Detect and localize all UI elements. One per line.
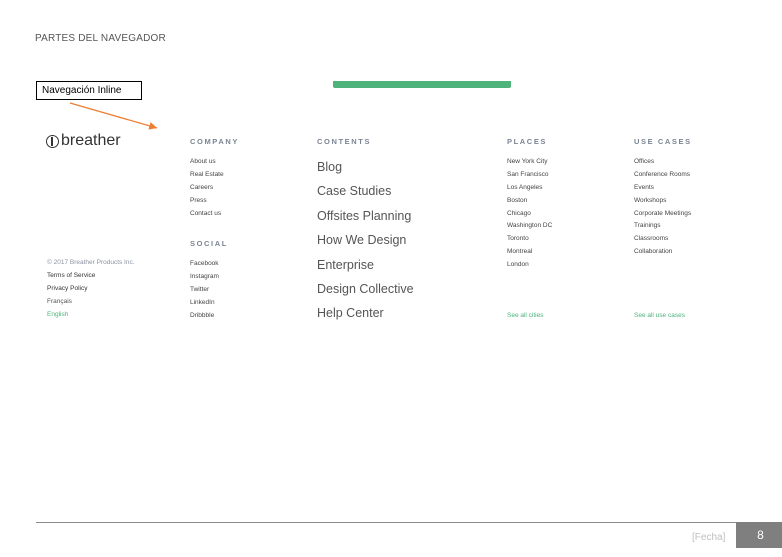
tree-icon bbox=[46, 134, 59, 148]
contents-link[interactable]: Help Center bbox=[317, 301, 414, 325]
page-number: 8 bbox=[757, 528, 764, 542]
places-heading: PLACES bbox=[507, 137, 548, 146]
places-link[interactable]: London bbox=[507, 259, 552, 272]
use-case-link[interactable]: Collaboration bbox=[634, 246, 691, 259]
language-english-link[interactable]: English bbox=[47, 309, 135, 322]
places-link[interactable]: New York City bbox=[507, 156, 552, 169]
social-link[interactable]: Twitter bbox=[190, 284, 219, 297]
legal-block: © 2017 Breather Products Inc. Terms of S… bbox=[47, 257, 135, 321]
places-link[interactable]: Los Angeles bbox=[507, 182, 552, 195]
social-link[interactable]: LinkedIn bbox=[190, 297, 219, 310]
company-link[interactable]: About us bbox=[190, 156, 224, 169]
social-link[interactable]: Instagram bbox=[190, 271, 219, 284]
green-header-bar bbox=[333, 81, 511, 88]
use-case-link[interactable]: Offices bbox=[634, 156, 691, 169]
places-link[interactable]: Boston bbox=[507, 195, 552, 208]
company-link[interactable]: Contact us bbox=[190, 208, 224, 221]
social-link[interactable]: Facebook bbox=[190, 258, 219, 271]
contents-link[interactable]: Offsites Planning bbox=[317, 204, 414, 228]
contents-links: Blog Case Studies Offsites Planning How … bbox=[317, 155, 414, 326]
privacy-link[interactable]: Privacy Policy bbox=[47, 283, 135, 296]
company-links: About us Real Estate Careers Press Conta… bbox=[190, 156, 224, 220]
contents-link[interactable]: Blog bbox=[317, 155, 414, 179]
see-all-use-cases-link[interactable]: See all use cases bbox=[634, 312, 685, 319]
use-case-link[interactable]: Classrooms bbox=[634, 233, 691, 246]
contents-link[interactable]: How We Design bbox=[317, 228, 414, 252]
footer-date-placeholder: [Fecha] bbox=[692, 532, 726, 543]
footer-divider bbox=[36, 522, 736, 523]
logo-text: breather bbox=[61, 132, 121, 149]
use-case-link[interactable]: Trainings bbox=[634, 220, 691, 233]
social-heading: SOCIAL bbox=[190, 239, 228, 248]
use-case-link[interactable]: Events bbox=[634, 182, 691, 195]
company-link[interactable]: Press bbox=[190, 195, 224, 208]
callout-label-box: Navegación Inline bbox=[36, 81, 142, 100]
page-number-box: 8 bbox=[736, 522, 782, 548]
contents-link[interactable]: Design Collective bbox=[317, 277, 414, 301]
social-links: Facebook Instagram Twitter LinkedIn Drib… bbox=[190, 258, 219, 322]
places-link[interactable]: Chicago bbox=[507, 208, 552, 221]
company-link[interactable]: Real Estate bbox=[190, 169, 224, 182]
places-link[interactable]: Toronto bbox=[507, 233, 552, 246]
use-case-link[interactable]: Corporate Meetings bbox=[634, 208, 691, 221]
arrow-line bbox=[69, 102, 158, 130]
places-link[interactable]: Montreal bbox=[507, 246, 552, 259]
company-heading: COMPANY bbox=[190, 137, 239, 146]
use-cases-links: Offices Conference Rooms Events Workshop… bbox=[634, 156, 691, 259]
social-link[interactable]: Dribbble bbox=[190, 310, 219, 323]
copyright-text: © 2017 Breather Products Inc. bbox=[47, 259, 135, 266]
language-french-link[interactable]: Français bbox=[47, 296, 135, 309]
breather-logo[interactable]: breather bbox=[46, 132, 121, 150]
contents-link[interactable]: Case Studies bbox=[317, 179, 414, 203]
places-links: New York City San Francisco Los Angeles … bbox=[507, 156, 552, 272]
use-cases-heading: USE CASES bbox=[634, 137, 692, 146]
document-header-title: PARTES DEL NAVEGADOR bbox=[35, 33, 166, 44]
contents-link[interactable]: Enterprise bbox=[317, 253, 414, 277]
see-all-cities-link[interactable]: See all cities bbox=[507, 312, 544, 319]
use-case-link[interactable]: Workshops bbox=[634, 195, 691, 208]
contents-heading: CONTENTS bbox=[317, 137, 372, 146]
places-link[interactable]: San Francisco bbox=[507, 169, 552, 182]
places-link[interactable]: Washington DC bbox=[507, 220, 552, 233]
company-link[interactable]: Careers bbox=[190, 182, 224, 195]
terms-link[interactable]: Terms of Service bbox=[47, 270, 135, 283]
use-case-link[interactable]: Conference Rooms bbox=[634, 169, 691, 182]
